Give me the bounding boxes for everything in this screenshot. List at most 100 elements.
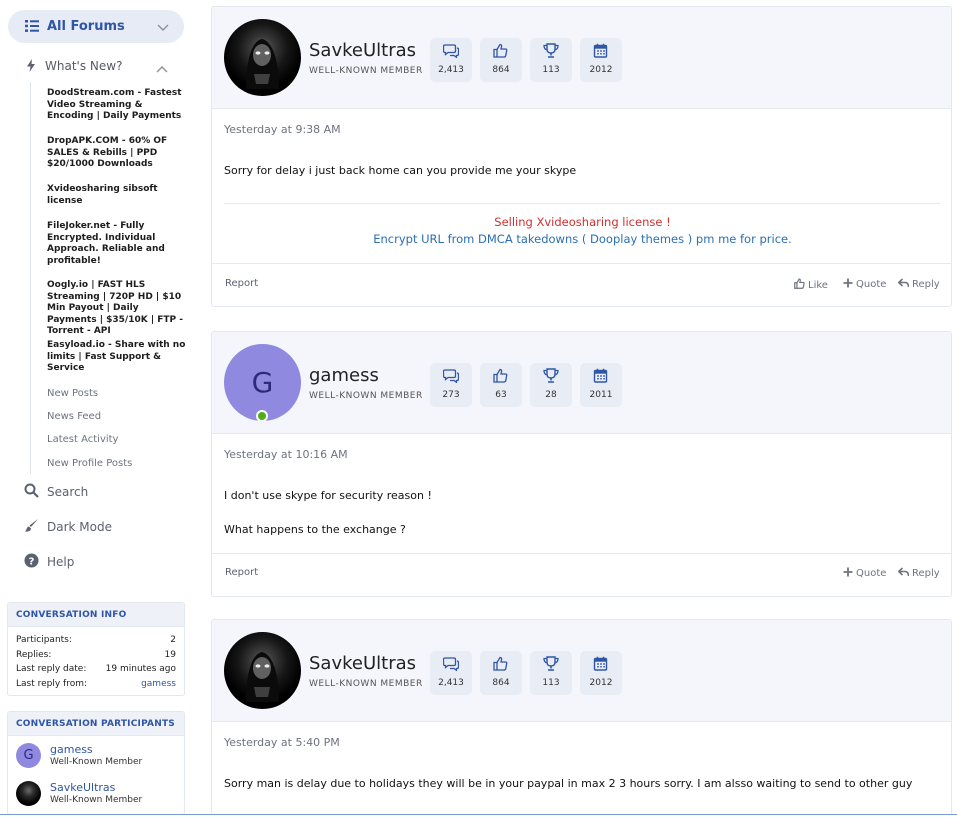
- stat-messages: 2,413: [430, 38, 472, 82]
- help-label: Help: [47, 555, 75, 569]
- list-icon: [25, 17, 39, 36]
- replies-value: 19: [164, 649, 176, 660]
- chevron-up-icon[interactable]: [155, 60, 169, 79]
- message-post: SavkeUltras WELL-KNOWN MEMBER 2,413 864 …: [211, 6, 952, 307]
- message-footer-divider: [212, 553, 951, 554]
- message-date-link[interactable]: Yesterday at 9:38 AM: [224, 123, 341, 136]
- reply-button[interactable]: Reply: [897, 567, 940, 580]
- last-reply-from-label: Last reply from:: [16, 678, 88, 689]
- conversation-info-widget: CONVERSATION INFO Participants: 2 Replie…: [7, 602, 185, 696]
- participant-title: Well-Known Member: [50, 795, 143, 805]
- participant-name-link[interactable]: gamess: [50, 743, 142, 756]
- online-status-indicator: [256, 410, 268, 422]
- reply-label: Reply: [912, 279, 940, 290]
- info-row-last-reply-date: Last reply date: 19 minutes ago: [8, 662, 184, 677]
- info-row-participants: Participants: 2: [8, 633, 184, 648]
- whats-new-subnav: DoodStream.com - Fastest Video Streaming…: [30, 82, 190, 474]
- calendar-icon: [593, 368, 608, 387]
- featured-link-xvideosharing[interactable]: Xvideosharing sibsoft license: [47, 184, 187, 207]
- participants-value: 2: [170, 635, 176, 646]
- hooded-figure-avatar-image: [246, 652, 279, 702]
- reply-arrow-icon: [897, 278, 912, 291]
- message-date-link[interactable]: Yesterday at 10:16 AM: [224, 448, 348, 461]
- avatar-initial: G: [251, 366, 274, 399]
- participant-row: SavkeUltras Well-Known Member: [8, 774, 184, 812]
- report-link[interactable]: Report: [225, 567, 258, 578]
- message-post: G gamess WELL-KNOWN MEMBER 273 63 28 201…: [211, 331, 952, 597]
- conversation-participants-widget: CONVERSATION PARTICIPANTS G gamess Well-…: [7, 711, 185, 815]
- whats-new-link[interactable]: What's New?: [27, 56, 187, 76]
- help-icon: ?: [24, 553, 39, 572]
- featured-link-doodstream[interactable]: DoodStream.com - Fastest Video Streaming…: [47, 88, 187, 123]
- stat-reactions: 864: [480, 651, 522, 695]
- stat-points: 113: [530, 651, 572, 695]
- username-link[interactable]: gamess: [309, 365, 379, 386]
- stat-points-value: 113: [542, 65, 560, 75]
- brush-icon: [24, 518, 39, 537]
- message-post: SavkeUltras WELL-KNOWN MEMBER 2,413 864 …: [211, 619, 952, 819]
- stat-reactions-value: 63: [495, 390, 507, 400]
- message-body-text: What happens to the exchange ?: [224, 523, 406, 536]
- featured-link-dropapk[interactable]: DropAPK.COM - 60% OF SALES & Rebills | P…: [47, 136, 187, 171]
- last-reply-date-label: Last reply date:: [16, 664, 87, 675]
- message-user-header: G gamess WELL-KNOWN MEMBER 273 63 28 201…: [212, 332, 951, 434]
- user-avatar[interactable]: [224, 19, 301, 96]
- featured-link-oogly[interactable]: Oogly.io | FAST HLS Streaming | 720P HD …: [47, 280, 187, 338]
- search-icon: [24, 483, 39, 502]
- help-link[interactable]: ? Help: [24, 552, 174, 572]
- chevron-down-icon[interactable]: [156, 19, 170, 38]
- report-link[interactable]: Report: [225, 278, 258, 289]
- subnav-new-posts[interactable]: New Posts: [47, 388, 98, 399]
- stat-messages-value: 2,413: [438, 678, 464, 688]
- participant-avatar-savkeultras[interactable]: [16, 780, 41, 806]
- last-reply-from-user-link[interactable]: gamess: [141, 679, 176, 689]
- search-link[interactable]: Search: [24, 482, 174, 502]
- sidebar: All Forums What's New? DoodStream.com - …: [0, 0, 196, 819]
- username-link[interactable]: SavkeUltras: [309, 653, 416, 674]
- subnav-latest-activity[interactable]: Latest Activity: [47, 434, 118, 445]
- participants-label: Participants:: [16, 635, 72, 646]
- user-avatar[interactable]: [224, 632, 301, 709]
- featured-link-filejoker[interactable]: FileJoker.net - Fully Encrypted. Individ…: [47, 221, 187, 267]
- svg-text:?: ?: [29, 556, 35, 567]
- reply-label: Reply: [912, 568, 940, 579]
- like-button[interactable]: Like: [794, 278, 828, 292]
- calendar-icon: [593, 43, 608, 62]
- stat-joined: 2012: [580, 38, 622, 82]
- thumbs-up-icon: [493, 368, 508, 387]
- dark-mode-link[interactable]: Dark Mode: [24, 517, 174, 537]
- signature-line-blue[interactable]: Encrypt URL from DMCA takedowns ( Doopla…: [212, 232, 951, 246]
- hooded-figure-avatar-image: [246, 39, 279, 89]
- stat-messages-value: 2,413: [438, 65, 464, 75]
- quote-button[interactable]: Quote: [843, 567, 886, 580]
- message-user-header: SavkeUltras WELL-KNOWN MEMBER 2,413 864 …: [212, 7, 951, 109]
- quote-label: Quote: [856, 279, 887, 290]
- participant-title: Well-Known Member: [50, 757, 143, 767]
- username-link[interactable]: SavkeUltras: [309, 40, 416, 61]
- stat-points: 113: [530, 38, 572, 82]
- stat-messages-value: 273: [442, 390, 460, 400]
- stat-reactions-value: 864: [492, 65, 510, 75]
- plus-icon: [843, 278, 856, 291]
- conversation-participants-title: CONVERSATION PARTICIPANTS: [8, 712, 184, 736]
- signature-line-red[interactable]: Selling Xvideosharing license !: [212, 215, 951, 229]
- message-date-link[interactable]: Yesterday at 5:40 PM: [224, 736, 340, 749]
- participant-avatar-gamess[interactable]: G: [16, 742, 41, 768]
- quote-button[interactable]: Quote: [843, 278, 886, 291]
- all-forums-button[interactable]: All Forums: [8, 10, 184, 43]
- stat-joined-value: 2011: [589, 390, 613, 400]
- featured-link-easyload[interactable]: Easyload.io - Share with no limits | Fas…: [47, 340, 187, 375]
- stat-joined-value: 2012: [589, 678, 613, 688]
- stat-joined: 2011: [580, 363, 622, 407]
- user-title: WELL-KNOWN MEMBER: [309, 391, 423, 401]
- stat-points-value: 28: [545, 390, 557, 400]
- plus-icon: [843, 567, 856, 580]
- all-forums-label: All Forums: [47, 19, 125, 34]
- subnav-news-feed[interactable]: News Feed: [47, 411, 101, 422]
- subnav-new-profile-posts[interactable]: New Profile Posts: [47, 458, 132, 469]
- participant-name-link[interactable]: SavkeUltras: [50, 781, 142, 794]
- reply-button[interactable]: Reply: [897, 278, 940, 291]
- stat-messages: 2,413: [430, 651, 472, 695]
- stat-joined: 2012: [580, 651, 622, 695]
- user-title: WELL-KNOWN MEMBER: [309, 679, 423, 689]
